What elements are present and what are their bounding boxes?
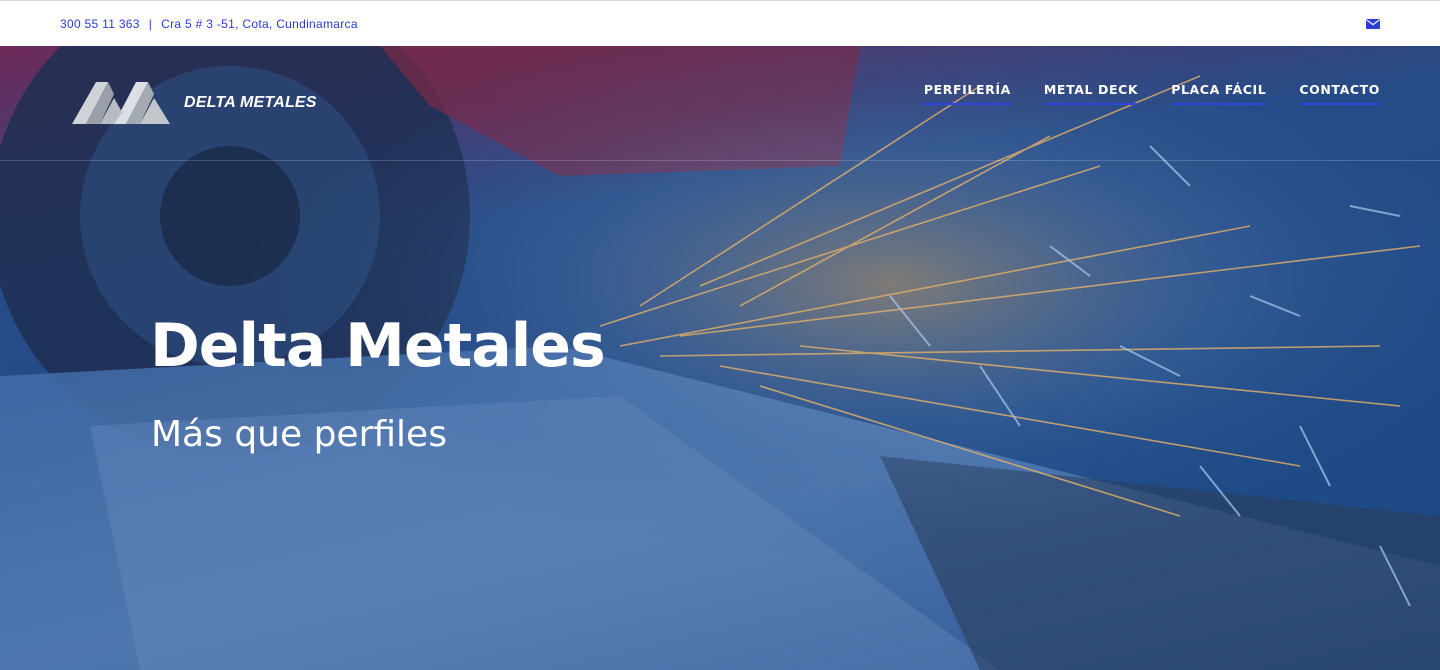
- site-header: DELTA METALES PERFILERÍA METAL DECK PLAC…: [0, 46, 1440, 161]
- hero-title: Delta Metales: [150, 311, 606, 381]
- hero-subtitle: Más que perfiles: [151, 414, 447, 455]
- nav-item-placa-facil[interactable]: PLACA FÁCIL: [1171, 82, 1267, 105]
- nav-item-contacto[interactable]: CONTACTO: [1299, 82, 1380, 105]
- nav-item-perfileria[interactable]: PERFILERÍA: [923, 82, 1011, 105]
- top-contact-bar: 300 55 11 363 | Cra 5 # 3 -51, Cota, Cun…: [0, 0, 1440, 46]
- nav-item-metal-deck[interactable]: METAL DECK: [1043, 82, 1139, 105]
- contact-info: 300 55 11 363 | Cra 5 # 3 -51, Cota, Cun…: [60, 17, 358, 31]
- main-nav: PERFILERÍA METAL DECK PLACA FÁCIL CONTAC…: [891, 82, 1380, 105]
- hero-section: DELTA METALES PERFILERÍA METAL DECK PLAC…: [0, 46, 1440, 670]
- phone-link[interactable]: 300 55 11 363: [60, 17, 140, 31]
- envelope-icon[interactable]: [1366, 18, 1380, 29]
- logo-text: DELTA METALES: [184, 94, 317, 111]
- separator: |: [148, 16, 153, 31]
- logo-mark-icon: [72, 82, 170, 124]
- logo[interactable]: DELTA METALES: [70, 78, 317, 128]
- address-text: Cra 5 # 3 -51, Cota, Cundinamarca: [161, 16, 358, 31]
